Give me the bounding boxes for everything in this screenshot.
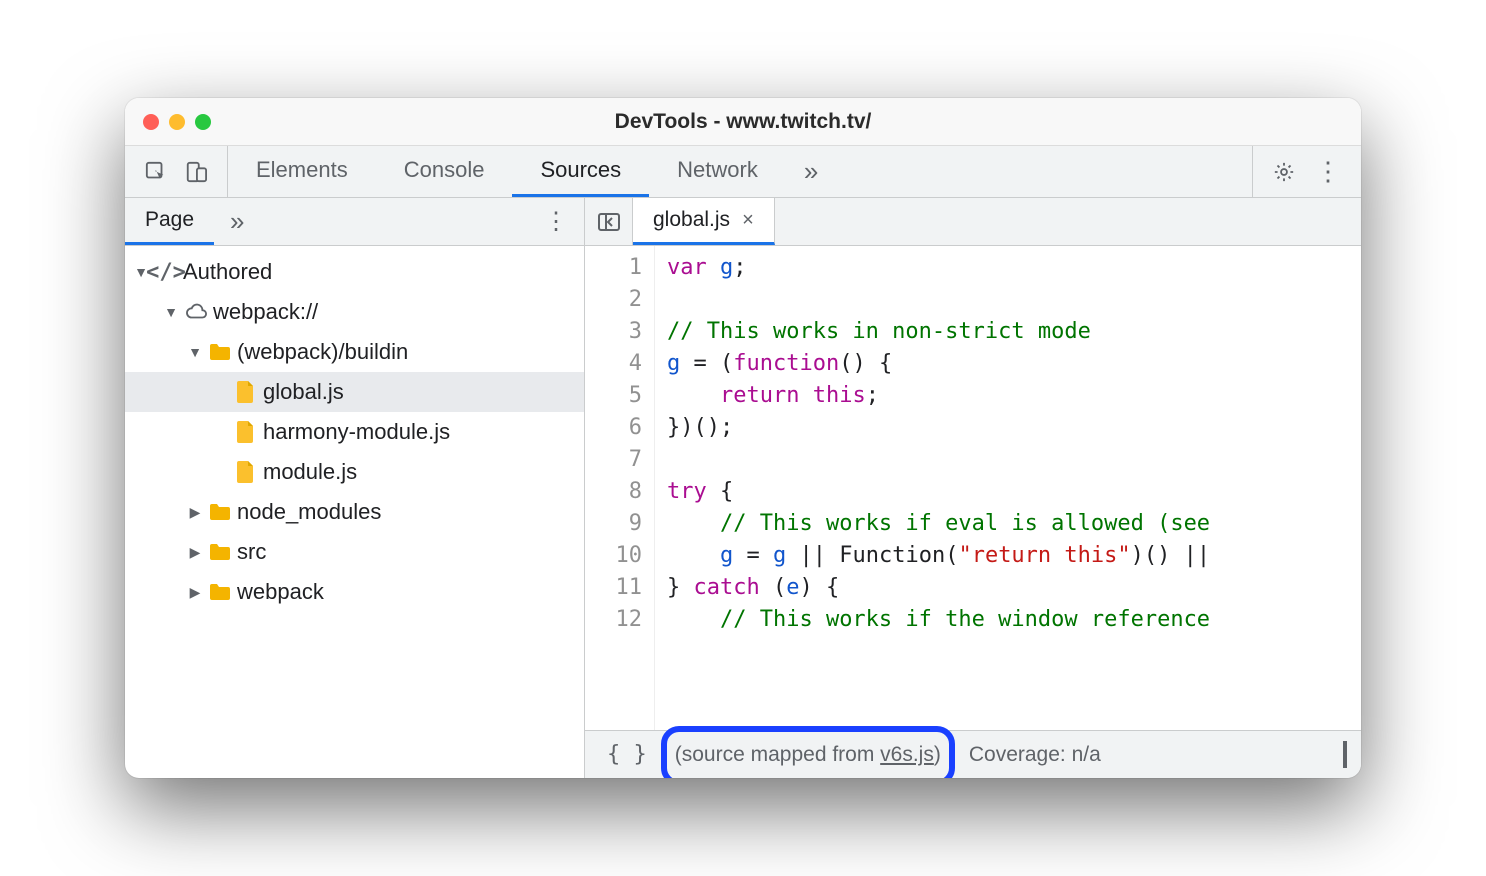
devtools-window: DevTools - www.twitch.tv/ Elements Conso…: [125, 98, 1361, 778]
editor-statusbar: { } (source mapped from v6s.js) Coverage…: [585, 730, 1361, 778]
editor-tab-global-js[interactable]: global.js ×: [633, 198, 775, 245]
triangle-right-icon: ▶: [187, 544, 203, 561]
source-map-origin-link[interactable]: v6s.js: [880, 743, 934, 766]
chevron-double-right-icon: »: [230, 206, 244, 237]
file-icon: [235, 421, 257, 443]
navigator-tabs-overflow[interactable]: »: [214, 198, 260, 245]
tabs-overflow-button[interactable]: »: [786, 146, 836, 197]
cloud-icon: [185, 301, 207, 323]
line-gutter: 123456789101112: [585, 246, 655, 730]
tab-label: Elements: [256, 157, 348, 183]
tree-folder-src[interactable]: ▶ src: [125, 532, 584, 572]
folder-icon: [209, 341, 231, 363]
source-mapped-label: (source mapped from v6s.js): [675, 743, 941, 767]
tab-label: Sources: [540, 157, 621, 183]
close-window-button[interactable]: [143, 114, 159, 130]
editor-pane: global.js × 123456789101112 var g; // Th…: [585, 198, 1361, 778]
triangle-right-icon: ▶: [187, 584, 203, 601]
tab-network[interactable]: Network: [649, 146, 786, 197]
tab-console[interactable]: Console: [376, 146, 513, 197]
file-icon: [235, 461, 257, 483]
triangle-down-icon: ▼: [187, 344, 203, 360]
tree-node-authored[interactable]: ▼ </> Authored: [125, 252, 584, 292]
inspect-element-icon[interactable]: [145, 161, 167, 183]
folder-icon: [209, 501, 231, 523]
show-drawer-button[interactable]: [1343, 743, 1347, 767]
tree-label: node_modules: [237, 499, 381, 525]
folder-icon: [209, 581, 231, 603]
tree-label: Authored: [183, 259, 272, 285]
navigator-tab-page[interactable]: Page: [125, 198, 214, 245]
tab-label: Network: [677, 157, 758, 183]
toolbar-left: [125, 146, 228, 197]
code-brackets-icon: </>: [155, 261, 177, 283]
tab-sources[interactable]: Sources: [512, 146, 649, 197]
mapped-suffix: ): [934, 743, 941, 766]
settings-gear-icon[interactable]: [1273, 161, 1295, 183]
tree-label: module.js: [263, 459, 357, 485]
tree-file-global-js[interactable]: global.js: [125, 372, 584, 412]
editor-tabstrip: global.js ×: [585, 198, 1361, 246]
close-tab-button[interactable]: ×: [742, 209, 754, 232]
toolbar-right: ⋮: [1252, 146, 1361, 197]
tree-label: src: [237, 539, 266, 565]
folder-icon: [209, 541, 231, 563]
tab-label: Console: [404, 157, 485, 183]
window-controls: [143, 114, 211, 130]
triangle-right-icon: ▶: [187, 504, 203, 521]
tree-node-buildin[interactable]: ▼ (webpack)/buildin: [125, 332, 584, 372]
file-icon: [235, 381, 257, 403]
minimize-window-button[interactable]: [169, 114, 185, 130]
tree-label: webpack://: [213, 299, 318, 325]
main-toolbar: Elements Console Sources Network » ⋮: [125, 146, 1361, 198]
navigator-more-button[interactable]: ⋮: [528, 198, 584, 245]
device-toolbar-icon[interactable]: [185, 161, 207, 183]
toggle-navigator-button[interactable]: [585, 198, 633, 245]
tab-elements[interactable]: Elements: [228, 146, 376, 197]
more-options-button[interactable]: ⋮: [1315, 156, 1341, 187]
pretty-print-button[interactable]: { }: [599, 742, 655, 767]
drawer-icon: [1343, 741, 1347, 768]
titlebar: DevTools - www.twitch.tv/: [125, 98, 1361, 146]
tree-file-module-js[interactable]: module.js: [125, 452, 584, 492]
tree-node-webpack-scheme[interactable]: ▼ webpack://: [125, 292, 584, 332]
editor-tab-label: global.js: [653, 208, 730, 232]
code-editor[interactable]: 123456789101112 var g; // This works in …: [585, 246, 1361, 730]
panel-body: Page » ⋮ ▼ </> Authored ▼ webpa: [125, 198, 1361, 778]
tree-folder-node-modules[interactable]: ▶ node_modules: [125, 492, 584, 532]
tree-folder-webpack[interactable]: ▶ webpack: [125, 572, 584, 612]
coverage-label: Coverage: n/a: [969, 743, 1101, 767]
navigator-tabs: Page » ⋮: [125, 198, 584, 246]
tab-label: Page: [145, 208, 194, 232]
triangle-down-icon: ▼: [163, 304, 179, 320]
tree-label: (webpack)/buildin: [237, 339, 408, 365]
chevron-double-right-icon: »: [804, 156, 818, 187]
code-content[interactable]: var g; // This works in non-strict modeg…: [655, 246, 1361, 730]
tree-label: global.js: [263, 379, 344, 405]
file-tree: ▼ </> Authored ▼ webpack:// ▼ (w: [125, 246, 584, 778]
panel-tabs: Elements Console Sources Network »: [228, 146, 1252, 197]
window-title: DevTools - www.twitch.tv/: [615, 110, 872, 134]
zoom-window-button[interactable]: [195, 114, 211, 130]
tree-label: webpack: [237, 579, 324, 605]
tree-file-harmony-module-js[interactable]: harmony-module.js: [125, 412, 584, 452]
mapped-prefix: (source mapped from: [675, 743, 880, 766]
tree-label: harmony-module.js: [263, 419, 450, 445]
navigator-sidebar: Page » ⋮ ▼ </> Authored ▼ webpa: [125, 198, 585, 778]
